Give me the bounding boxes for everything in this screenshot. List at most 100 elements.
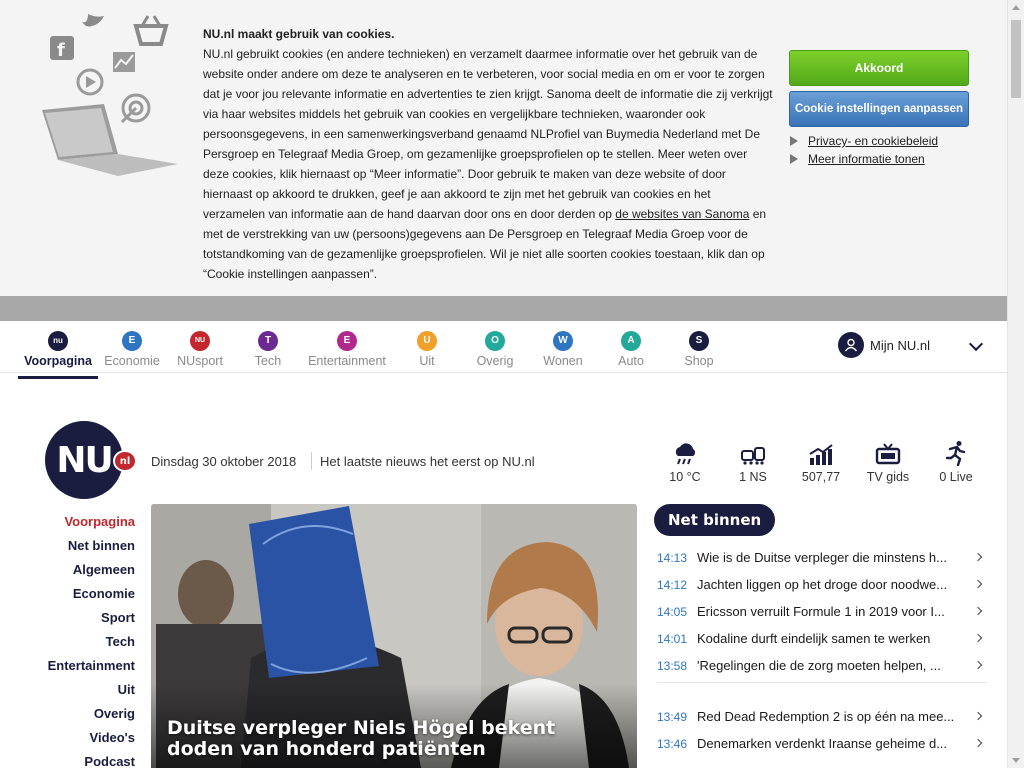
- accept-cookies-button[interactable]: Akkoord: [789, 50, 969, 86]
- shop-icon: S: [689, 331, 709, 351]
- scroll-down-icon[interactable]: [1012, 758, 1020, 763]
- news-headline: 'Regelingen die de zorg moeten helpen, .…: [697, 658, 941, 673]
- nav-label: Wonen: [543, 354, 583, 368]
- news-item[interactable]: 14:12 Jachten liggen op het droge door n…: [657, 571, 987, 598]
- news-time: 14:12: [657, 577, 688, 592]
- cookie-body-1: NU.nl gebruikt cookies (en andere techni…: [203, 47, 773, 221]
- active-underline: [18, 376, 98, 379]
- chevron-right-icon: [973, 552, 983, 562]
- left-menu: Voorpagina Net binnen Algemeen Economie …: [48, 513, 135, 768]
- scroll-up-icon[interactable]: [1012, 5, 1020, 10]
- news-time: 13:49: [657, 709, 688, 724]
- menu-item-entertainment[interactable]: Entertainment: [48, 657, 135, 681]
- stock-widget[interactable]: 507,77: [786, 440, 856, 484]
- scroll-thumb[interactable]: [1011, 20, 1021, 98]
- nl-badge: nl: [113, 450, 137, 472]
- tv-label: TV gids: [866, 470, 910, 484]
- menu-item-overig[interactable]: Overig: [48, 705, 135, 729]
- nu-logo[interactable]: NU: [45, 421, 123, 499]
- scrollbar[interactable]: [1007, 0, 1024, 768]
- news-headline: Denemarken verdenkt Iraanse geheime d...: [697, 736, 948, 751]
- running-icon: [921, 440, 991, 466]
- nav-label: Voorpagina: [24, 354, 92, 368]
- uit-icon: U: [417, 331, 437, 351]
- nav-label: Uit: [419, 354, 435, 368]
- cookie-text: NU.nl maakt gebruik van cookies. NU.nl g…: [203, 24, 773, 284]
- cookie-divider: [0, 296, 1007, 321]
- user-icon: [838, 332, 864, 358]
- nav-label: Auto: [618, 354, 644, 368]
- news-headline: Red Dead Redemption 2 is op één na mee..…: [697, 709, 955, 724]
- economie-icon: E: [122, 331, 142, 351]
- news-time: 14:05: [657, 604, 688, 619]
- nu-icon: nu: [48, 331, 68, 351]
- rain-cloud-icon: [650, 440, 720, 466]
- tv-icon: [853, 440, 923, 466]
- news-time: 13:58: [657, 658, 688, 673]
- sanoma-websites-link[interactable]: de websites van Sanoma: [615, 207, 749, 221]
- chevron-right-icon: [973, 579, 983, 589]
- news-item[interactable]: 13:58 'Regelingen die de zorg moeten hel…: [657, 652, 987, 679]
- more-info-link[interactable]: Meer informatie tonen: [790, 152, 925, 166]
- chevron-right-icon: [973, 633, 983, 643]
- hero-title[interactable]: Duitse verpleger Niels Högel bekent dode…: [167, 718, 627, 760]
- auto-icon: A: [621, 331, 641, 351]
- current-date: Dinsdag 30 oktober 2018: [151, 454, 297, 469]
- ns-label: 1 NS: [739, 470, 767, 484]
- menu-item-tech[interactable]: Tech: [48, 633, 135, 657]
- wonen-icon: W: [553, 331, 573, 351]
- tagline: Het laatste nieuws het eerst op NU.nl: [320, 454, 535, 469]
- nav-item-tech[interactable]: T Tech: [228, 331, 308, 368]
- overig-icon: O: [485, 331, 505, 351]
- cookie-settings-button[interactable]: Cookie instellingen aanpassen: [789, 91, 969, 127]
- entertainment-icon: E: [337, 331, 357, 351]
- nav-item-voorpagina[interactable]: nu Voorpagina: [18, 331, 98, 379]
- news-time: 14:13: [657, 550, 688, 565]
- news-time: 13:46: [657, 736, 688, 751]
- nav-label: Entertainment: [308, 354, 386, 368]
- live-label: 0 Live: [939, 470, 973, 484]
- nav-label: Overig: [476, 354, 514, 368]
- chevron-right-icon: [973, 711, 983, 721]
- svg-text:f: f: [57, 40, 65, 61]
- stock-chart-icon: [786, 440, 856, 466]
- nav-item-shop[interactable]: S Shop: [659, 331, 739, 368]
- news-item[interactable]: 14:01 Kodaline durft eindelijk samen te …: [657, 625, 987, 652]
- weather-widget[interactable]: 10 °C: [650, 440, 720, 484]
- live-widget[interactable]: 0 Live: [921, 440, 991, 484]
- news-divider: [657, 682, 987, 683]
- news-item[interactable]: 14:05 Ericsson verruilt Formule 1 in 201…: [657, 598, 987, 625]
- menu-item-videos[interactable]: Video's: [48, 729, 135, 753]
- stock-label: 507,77: [801, 470, 841, 484]
- menu-item-economie[interactable]: Economie: [48, 585, 135, 609]
- weather-label: 10 °C: [669, 470, 701, 484]
- cookie-illustration: f: [42, 14, 178, 176]
- privacy-policy-link[interactable]: Privacy- en cookiebeleid: [790, 134, 938, 148]
- menu-item-podcast[interactable]: Podcast: [48, 753, 135, 768]
- net-binnen-title[interactable]: Net binnen: [654, 504, 776, 536]
- mijn-nu-button[interactable]: Mijn NU.nl: [838, 332, 930, 358]
- hero-article[interactable]: Duitse verpleger Niels Högel bekent dode…: [151, 504, 637, 768]
- tv-widget[interactable]: TV gids: [853, 440, 923, 484]
- chevron-right-icon: [973, 660, 983, 670]
- news-time: 14:01: [657, 631, 688, 646]
- ns-widget[interactable]: 1 NS: [718, 440, 788, 484]
- nav-label: NUsport: [177, 354, 223, 368]
- menu-item-algemeen[interactable]: Algemeen: [48, 561, 135, 585]
- nav-item-entertainment[interactable]: E Entertainment: [307, 331, 387, 368]
- triangle-right-icon: [790, 136, 798, 146]
- news-item[interactable]: 14:13 Wie is de Duitse verpleger die min…: [657, 544, 987, 571]
- news-item[interactable]: 13:46 Denemarken verdenkt Iraanse geheim…: [657, 730, 987, 757]
- menu-item-voorpagina[interactable]: Voorpagina: [48, 513, 135, 537]
- nav-label: Shop: [684, 354, 714, 368]
- nusport-icon: NU: [190, 331, 210, 351]
- train-icon: [718, 440, 788, 466]
- nav-label: Tech: [254, 354, 282, 368]
- tech-icon: T: [258, 331, 278, 351]
- news-item[interactable]: 13:49 Red Dead Redemption 2 is op één na…: [657, 703, 987, 730]
- news-headline: Ericsson verruilt Formule 1 in 2019 voor…: [697, 604, 945, 619]
- menu-item-uit[interactable]: Uit: [48, 681, 135, 705]
- menu-item-net-binnen[interactable]: Net binnen: [48, 537, 135, 561]
- news-headline: Kodaline durft eindelijk samen te werken: [697, 631, 931, 646]
- menu-item-sport[interactable]: Sport: [48, 609, 135, 633]
